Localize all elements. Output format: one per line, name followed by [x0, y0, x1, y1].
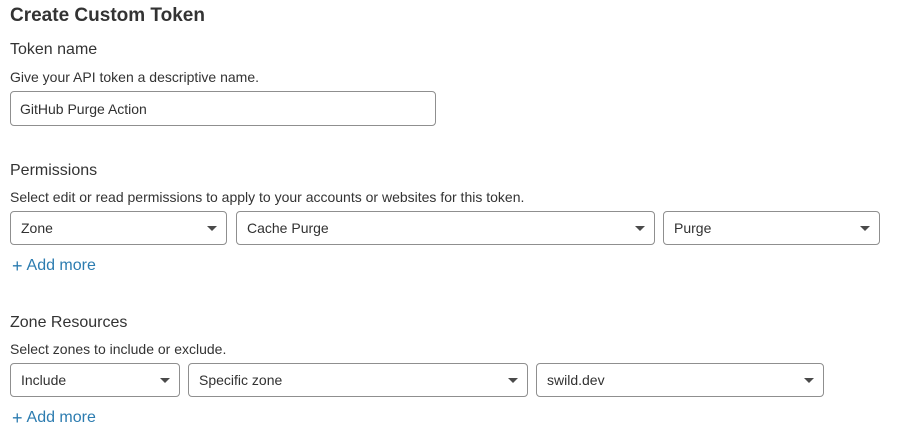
zone-name-select[interactable]: swild.dev	[536, 363, 824, 397]
permission-level-value: Purge	[674, 220, 712, 236]
zone-type-value: Specific zone	[199, 372, 283, 388]
permissions-add-more-link[interactable]: + Add more	[12, 256, 96, 276]
zone-include-select[interactable]: Include	[10, 363, 180, 397]
token-name-description: Give your API token a descriptive name.	[10, 69, 260, 85]
page-title: Create Custom Token	[10, 5, 205, 26]
permissions-description: Select edit or read permissions to apply…	[10, 189, 525, 205]
chevron-down-icon	[508, 377, 518, 383]
chevron-down-icon	[804, 377, 814, 383]
zone-resources-add-more-link[interactable]: + Add more	[12, 408, 96, 428]
zone-resources-title: Zone Resources	[10, 314, 128, 331]
chevron-down-icon	[160, 377, 170, 383]
token-name-title: Token name	[10, 41, 98, 58]
chevron-down-icon	[860, 225, 870, 231]
permission-scope-value: Zone	[21, 220, 53, 236]
plus-icon: +	[12, 408, 23, 428]
permission-item-select[interactable]: Cache Purge	[236, 211, 655, 245]
chevron-down-icon	[635, 225, 645, 231]
permissions-add-more-label: Add more	[26, 257, 96, 274]
token-name-input[interactable]	[10, 91, 436, 126]
zone-name-value: swild.dev	[547, 372, 605, 388]
zone-type-select[interactable]: Specific zone	[188, 363, 528, 397]
zone-resources-add-more-label: Add more	[26, 409, 96, 426]
plus-icon: +	[12, 256, 23, 276]
permission-level-select[interactable]: Purge	[663, 211, 880, 245]
zone-resources-description: Select zones to include or exclude.	[10, 341, 227, 357]
zone-include-value: Include	[21, 372, 67, 388]
permission-scope-select[interactable]: Zone	[10, 211, 227, 245]
chevron-down-icon	[207, 225, 217, 231]
permission-item-value: Cache Purge	[247, 220, 329, 236]
permissions-title: Permissions	[10, 162, 98, 179]
